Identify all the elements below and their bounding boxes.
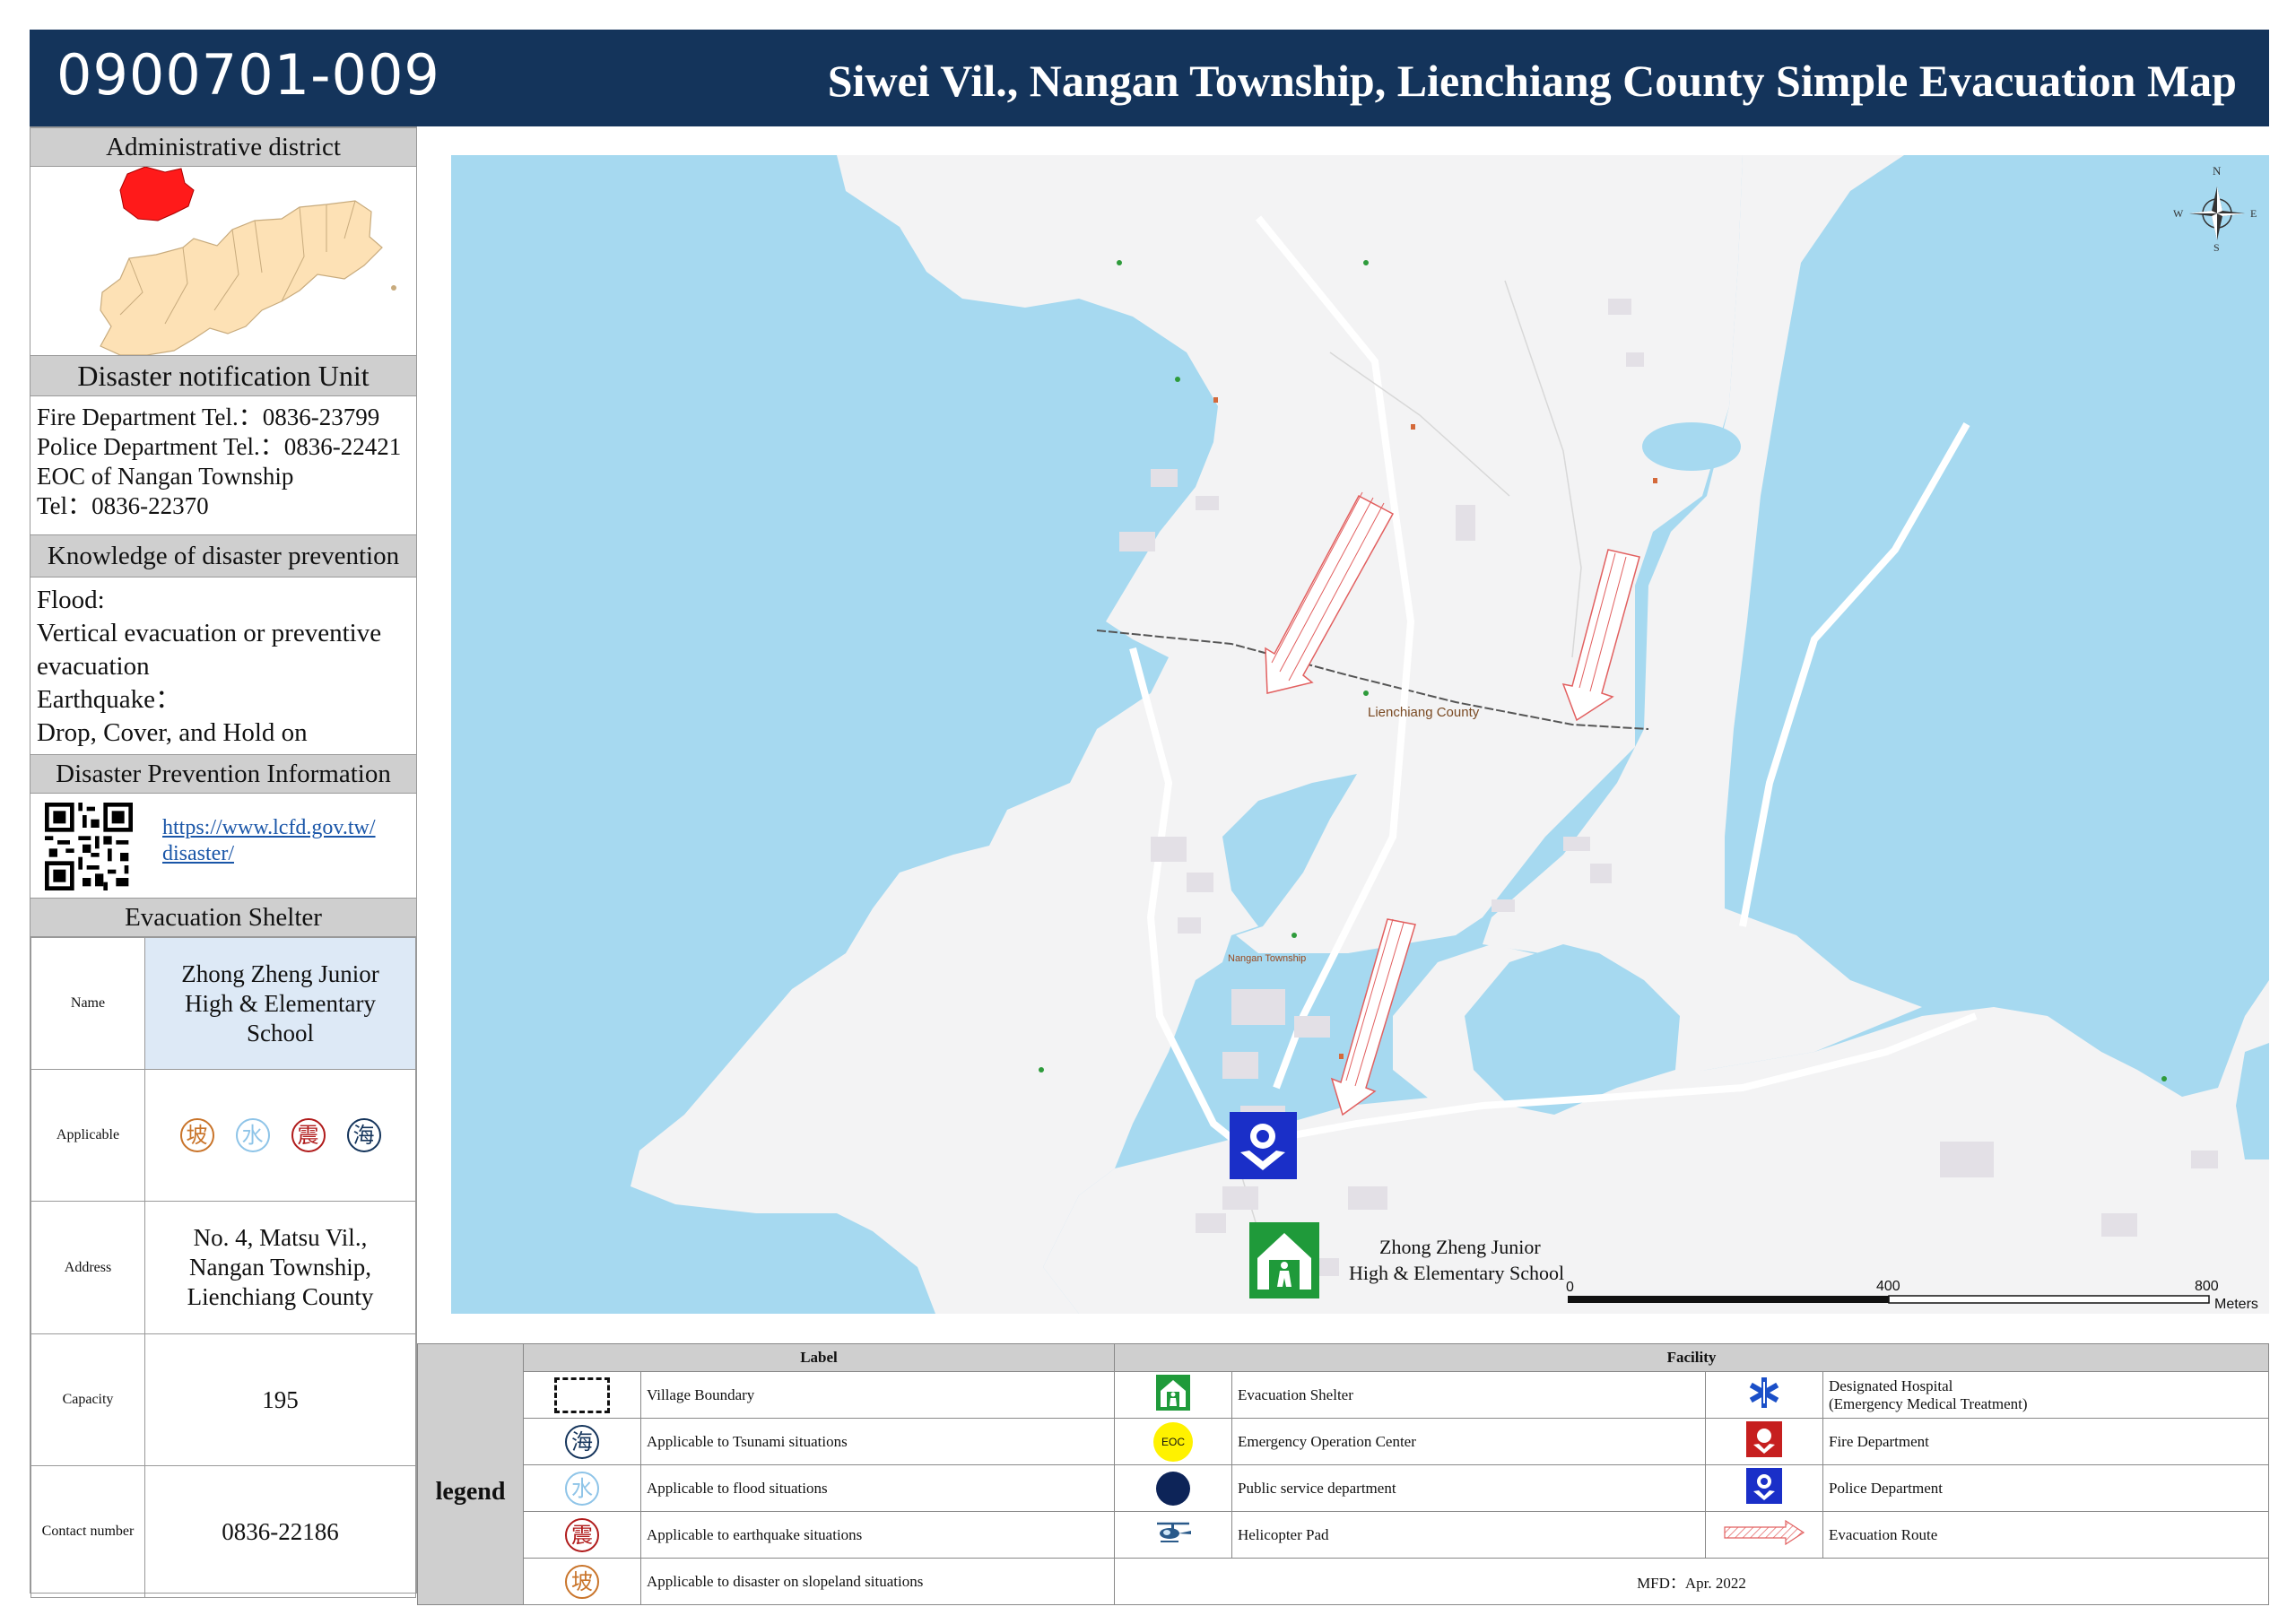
shelter-heading: Evacuation Shelter xyxy=(30,898,416,937)
evacuation-shelter-icon[interactable] xyxy=(1249,1222,1319,1298)
tsunami-icon: 海 xyxy=(346,1118,381,1152)
prevention-info-link[interactable]: https://www.lcfd.gov.tw/ disaster/ xyxy=(162,815,376,867)
legend-tsunami: Applicable to Tsunami situations xyxy=(640,1418,1115,1465)
legend-earthquake: Applicable to earthquake situations xyxy=(640,1511,1115,1559)
link-line-2: disaster/ xyxy=(162,842,234,865)
fire-tel: Fire Department Tel.：0836-23799 xyxy=(37,404,380,430)
flood-icon: 水 xyxy=(235,1118,270,1152)
scale-mid: 400 xyxy=(1876,1279,1900,1294)
legend-facility-header: Facility xyxy=(1114,1343,2269,1372)
notification-heading: Disaster notification Unit xyxy=(30,355,416,396)
flood-advice: Vertical evacuation or preventive evacua… xyxy=(37,619,382,681)
admin-district-heading: Administrative district xyxy=(30,127,416,167)
link-line-1: https://www.lcfd.gov.tw/ xyxy=(162,816,376,839)
left-panel: Administrative district Disaster notific… xyxy=(30,126,417,1598)
prevention-info-heading: Disaster Prevention Information xyxy=(30,754,416,794)
legend-hospital: Designated Hospital (Emergency Medical T… xyxy=(1822,1371,2269,1419)
knowledge-heading: Knowledge of disaster prevention xyxy=(30,534,416,578)
contact-label: Contact number xyxy=(30,1465,145,1598)
district-locator-map xyxy=(30,166,416,356)
legend-slopeland: Applicable to disaster on slopeland situ… xyxy=(640,1558,1115,1605)
earthquake-legend-icon: 震 xyxy=(523,1511,641,1559)
legend-police-department: Police Department xyxy=(1822,1464,2269,1512)
township-label: Nangan Township xyxy=(1228,953,1306,964)
evacuation-route-legend-icon xyxy=(1705,1511,1823,1559)
prevention-info-body: https://www.lcfd.gov.tw/ disaster/ xyxy=(30,794,416,898)
shelter-name: Zhong Zheng Junior High & Elementary Sch… xyxy=(144,937,416,1070)
shelter-address-row: Address No. 4, Matsu Vil., Nangan Townsh… xyxy=(30,1201,416,1334)
scale-zero: 0 xyxy=(1566,1280,1574,1295)
compass-n: N xyxy=(2213,164,2222,178)
police-department-legend-icon xyxy=(1705,1464,1823,1512)
qr-code-icon[interactable] xyxy=(45,803,133,890)
map-id: 0900701-009 xyxy=(57,42,440,108)
eoc-name: EOC of Nangan Township xyxy=(37,463,294,490)
village-boundary-icon xyxy=(523,1371,641,1419)
public-service-icon xyxy=(1114,1464,1232,1512)
earthquake-icon: 震 xyxy=(291,1118,326,1152)
slopeland-icon: 坡 xyxy=(179,1118,214,1152)
tsunami-legend-icon: 海 xyxy=(523,1418,641,1465)
evacuation-shelter-legend-icon xyxy=(1114,1371,1232,1419)
fire-department-icon xyxy=(1705,1418,1823,1465)
capacity-label: Capacity xyxy=(30,1333,145,1466)
shelter-map-label-2: High & Elementary School xyxy=(1349,1262,1564,1284)
eoc-tel: Tel：0836-22370 xyxy=(37,492,209,519)
hospital-icon xyxy=(1705,1371,1823,1419)
shelter-address: No. 4, Matsu Vil., Nangan Township, Lien… xyxy=(144,1201,416,1334)
legend-eoc: Emergency Operation Center xyxy=(1231,1418,1706,1465)
shelter-table: Name Zhong Zheng Junior High & Elementar… xyxy=(30,937,416,1598)
legend-fire-department: Fire Department xyxy=(1822,1418,2269,1465)
hospital-line-1: Designated Hospital xyxy=(1829,1376,1953,1394)
shelter-name-row: Name Zhong Zheng Junior High & Elementar… xyxy=(30,937,416,1070)
legend-evacuation-shelter: Evacuation Shelter xyxy=(1231,1371,1706,1419)
county-label: Lienchiang County xyxy=(1368,705,1480,720)
legend-side-label: legend xyxy=(417,1343,524,1605)
knowledge-body: Flood: Vertical evacuation or preventive… xyxy=(30,584,416,750)
hospital-line-2: (Emergency Medical Treatment) xyxy=(1829,1394,2028,1412)
legend-evacuation-route: Evacuation Route xyxy=(1822,1511,2269,1559)
police-department-icon[interactable] xyxy=(1230,1112,1297,1179)
shelter-contact: 0836-22186 xyxy=(144,1465,416,1598)
scale-max: 800 xyxy=(2195,1279,2219,1294)
compass-e: E xyxy=(2250,207,2257,220)
slopeland-legend-icon: 坡 xyxy=(523,1558,641,1605)
applicable-icons: 坡水震海 xyxy=(144,1069,416,1202)
evacuation-map[interactable]: Lienchiang County Nangan Township Zhong … xyxy=(451,155,2269,1314)
legend-public-service: Public service department xyxy=(1231,1464,1706,1512)
legend-village-boundary: Village Boundary xyxy=(640,1371,1115,1419)
earthquake-advice: Drop, Cover, and Hold on xyxy=(37,718,308,747)
legend-label-header: Label xyxy=(523,1343,1115,1372)
police-tel: Police Department Tel.：0836-22421 xyxy=(37,433,402,460)
legend: legend Label Facility Village Boundary E… xyxy=(417,1343,2269,1605)
legend-helicopter-pad: Helicopter Pad xyxy=(1231,1511,1706,1559)
scale-unit: Meters xyxy=(2214,1297,2258,1312)
compass-w: W xyxy=(2173,207,2184,220)
earthquake-title: Earthquake： xyxy=(37,685,182,714)
shelter-contact-row: Contact number 0836-22186 xyxy=(30,1465,416,1598)
helicopter-pad-icon xyxy=(1114,1511,1232,1559)
eoc-icon: EOC xyxy=(1114,1418,1232,1465)
shelter-map-label-1: Zhong Zheng Junior xyxy=(1379,1236,1541,1258)
legend-table: legend Label Facility Village Boundary E… xyxy=(417,1343,2269,1605)
compass-s: S xyxy=(2213,241,2220,254)
shelter-name-label: Name xyxy=(30,937,145,1070)
shelter-applicable-row: Applicable 坡水震海 xyxy=(30,1069,416,1202)
flood-title: Flood: xyxy=(37,586,105,614)
notification-body: Fire Department Tel.：0836-23799 Police D… xyxy=(30,403,416,521)
map-header: 0900701-009 Siwei Vil., Nangan Township,… xyxy=(30,30,2269,126)
map-title: Siwei Vil., Nangan Township, Lienchiang … xyxy=(827,56,2237,106)
address-label: Address xyxy=(30,1201,145,1334)
legend-flood: Applicable to flood situations xyxy=(640,1464,1115,1512)
mfd-date: MFD：Apr. 2022 xyxy=(1114,1558,2269,1605)
flood-legend-icon: 水 xyxy=(523,1464,641,1512)
applicable-label: Applicable xyxy=(30,1069,145,1202)
shelter-capacity: 195 xyxy=(144,1333,416,1466)
shelter-capacity-row: Capacity 195 xyxy=(30,1333,416,1466)
